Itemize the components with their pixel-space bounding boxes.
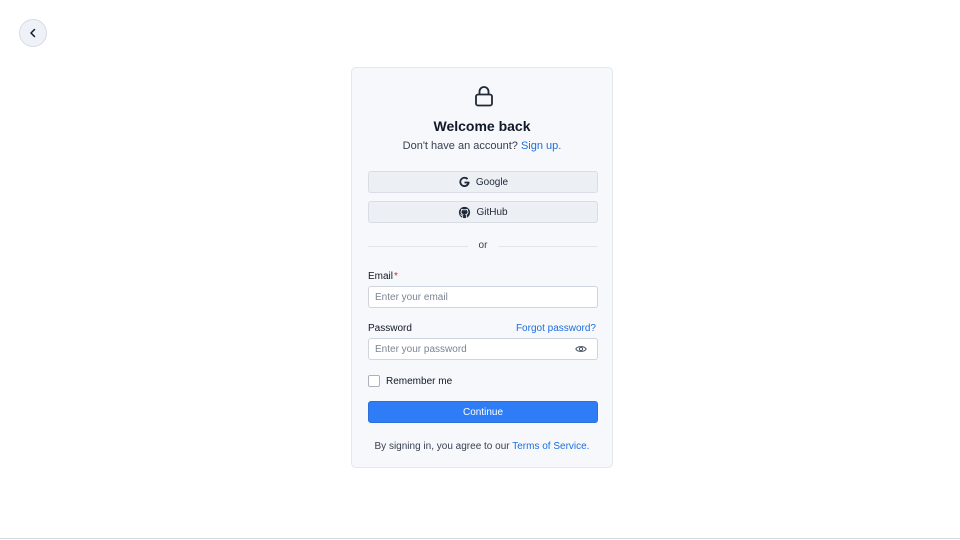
eye-icon[interactable]: [575, 344, 587, 354]
email-input[interactable]: [369, 287, 571, 308]
password-label: Password: [368, 323, 412, 334]
forgot-password-link[interactable]: Forgot password?: [516, 323, 596, 334]
terms-text: By signing in, you agree to our: [374, 441, 510, 452]
password-input[interactable]: [369, 339, 571, 360]
terms-notice: By signing in, you agree to our Terms of…: [352, 441, 612, 452]
signup-link[interactable]: Sign up.: [521, 140, 561, 152]
terms-link[interactable]: Terms of Service.: [512, 441, 589, 452]
email-label: Email*: [368, 271, 398, 282]
login-card: Welcome back Don't have an account? Sign…: [351, 67, 613, 468]
bottom-divider: [0, 538, 960, 539]
or-divider: or: [368, 240, 598, 252]
required-mark: *: [394, 271, 398, 282]
continue-button-label: Continue: [462, 406, 504, 418]
github-icon: [459, 206, 471, 218]
remember-me-row: Remember me: [368, 375, 452, 387]
remember-me-label: Remember me: [386, 375, 453, 387]
email-label-text: Email: [368, 271, 394, 282]
remember-me-checkbox[interactable]: [368, 375, 380, 387]
password-field: [368, 338, 598, 360]
lock-icon: [475, 86, 493, 107]
email-field: [368, 286, 598, 308]
page-title: Welcome back: [433, 118, 531, 134]
github-signin-button[interactable]: GitHub: [368, 201, 598, 223]
signup-prompt: Don't have an account? Sign up.: [352, 140, 612, 152]
back-button[interactable]: [19, 19, 47, 47]
signup-prompt-text: Don't have an account?: [402, 140, 518, 152]
divider-line-right: [498, 246, 598, 247]
chevron-left-icon: [30, 28, 36, 38]
github-button-label: GitHub: [476, 206, 508, 218]
google-signin-button[interactable]: Google: [368, 171, 598, 193]
google-icon: [459, 176, 470, 187]
continue-button[interactable]: Continue: [368, 401, 598, 423]
google-button-label: Google: [475, 176, 509, 188]
